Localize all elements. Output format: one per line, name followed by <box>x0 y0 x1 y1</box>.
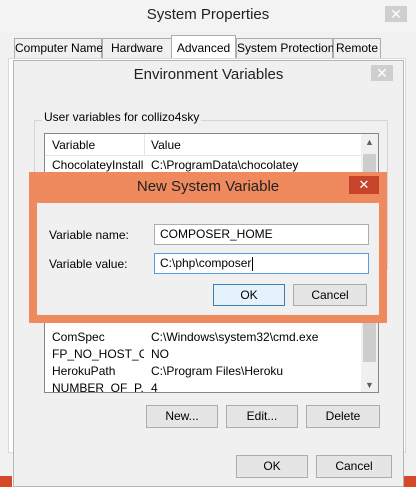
variable-value-field[interactable]: C:\php\composer <box>154 253 369 274</box>
column-header-variable[interactable]: Variable <box>52 134 95 156</box>
tab-computer-name[interactable]: Computer Name <box>14 38 103 59</box>
dialog-body: Variable name: COMPOSER_HOME Variable va… <box>37 203 379 315</box>
text-caret <box>252 256 254 271</box>
variable-name-cell: FP_NO_HOST_C... <box>52 347 144 361</box>
new-variable-button[interactable]: New... <box>146 405 218 428</box>
close-icon[interactable]: ✕ <box>371 65 393 81</box>
variable-value-cell: C:\Windows\system32\cmd.exe <box>151 330 319 344</box>
variable-value-cell: C:\Program Files\Heroku <box>151 364 284 378</box>
list-header: Variable Value <box>45 134 378 156</box>
edit-variable-button[interactable]: Edit... <box>226 405 298 428</box>
list-item[interactable]: HerokuPath C:\Program Files\Heroku <box>45 363 378 380</box>
variable-name-field[interactable]: COMPOSER_HOME <box>154 224 369 245</box>
variable-name-cell: HerokuPath <box>52 364 116 378</box>
cancel-button[interactable]: Cancel <box>316 455 392 478</box>
variable-value-cell: NO <box>151 347 169 361</box>
scroll-up-icon[interactable]: ▲ <box>361 134 378 151</box>
tab-hardware[interactable]: Hardware <box>102 38 172 59</box>
tab-advanced[interactable]: Advanced <box>171 35 236 59</box>
ok-button[interactable]: OK <box>236 455 308 478</box>
environment-variables-title: Environment Variables <box>133 66 284 83</box>
dialog-cancel-button[interactable]: Cancel <box>293 284 367 306</box>
dialog-ok-button[interactable]: OK <box>213 284 285 306</box>
list-item[interactable]: ComSpec C:\Windows\system32\cmd.exe <box>45 329 378 346</box>
system-properties-title: System Properties <box>0 0 416 32</box>
list-item[interactable]: FP_NO_HOST_C... NO <box>45 346 378 363</box>
variable-value-text: C:\php\composer <box>160 256 252 270</box>
column-header-value[interactable]: Value <box>151 134 181 156</box>
scroll-down-icon[interactable]: ▼ <box>361 377 378 392</box>
variable-name-label: Variable name: <box>49 228 129 242</box>
dialog-title: New System Variable <box>136 178 280 195</box>
variable-name-cell: ComSpec <box>52 330 105 344</box>
close-icon[interactable]: ✕ <box>349 176 379 194</box>
new-system-variable-dialog: New System Variable ✕ Variable name: COM… <box>29 172 387 323</box>
tab-remote[interactable]: Remote <box>333 38 381 59</box>
variable-name-cell: NUMBER_OF_P... <box>52 381 144 393</box>
delete-variable-button[interactable]: Delete <box>306 405 380 428</box>
close-icon[interactable]: ✕ <box>385 6 407 22</box>
tab-system-protection[interactable]: System Protection <box>236 38 334 59</box>
user-variables-label: User variables for collizo4sky <box>42 110 202 124</box>
variable-value-label: Variable value: <box>49 257 128 271</box>
variable-value-cell: 4 <box>151 381 158 393</box>
list-item[interactable]: NUMBER_OF_P... 4 <box>45 380 378 393</box>
